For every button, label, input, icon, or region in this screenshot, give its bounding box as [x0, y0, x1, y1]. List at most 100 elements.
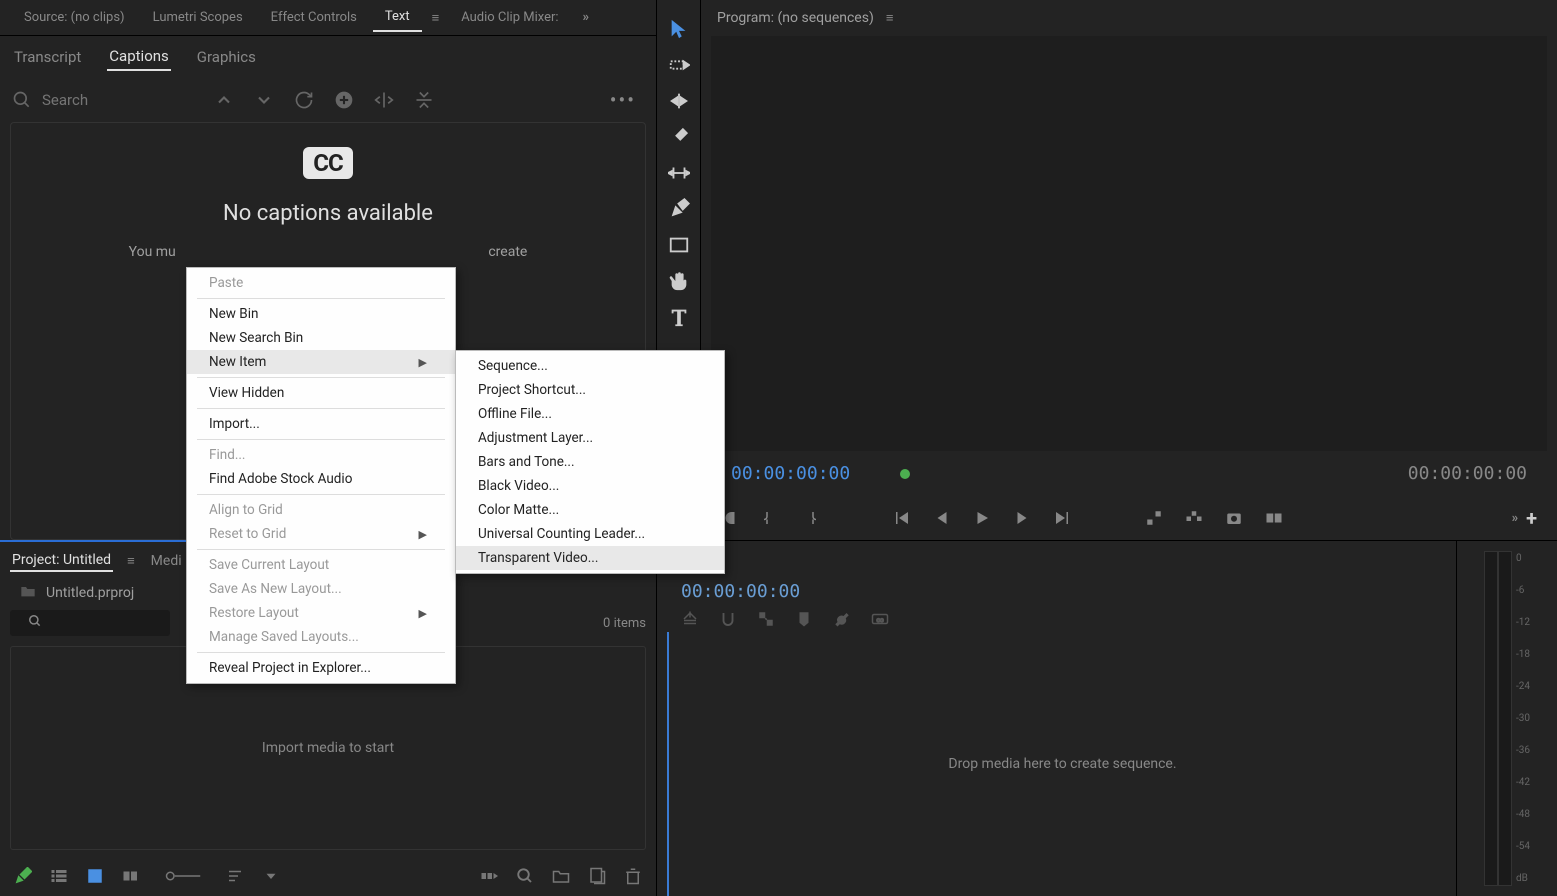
go-to-in-icon[interactable]	[893, 509, 911, 527]
search-icon[interactable]	[12, 90, 32, 110]
tab-project[interactable]: Project: Untitled	[10, 550, 113, 572]
settings-icon[interactable]	[833, 610, 851, 628]
merge-caption-icon[interactable]	[414, 90, 434, 110]
project-search-icon[interactable]	[28, 614, 42, 632]
resolution-indicator-icon[interactable]	[900, 469, 910, 479]
refresh-icon[interactable]	[294, 90, 314, 110]
timeline-tc[interactable]: 00:00:00:00	[657, 577, 1456, 606]
add-caption-icon[interactable]	[334, 90, 354, 110]
tab-source[interactable]: Source: (no clips)	[12, 4, 137, 31]
context-submenu-new-item[interactable]: Sequence...Project Shortcut...Offline Fi…	[455, 350, 725, 574]
project-items-count: 0 items	[603, 616, 656, 631]
source-panel-tabs: Source: (no clips) Lumetri Scopes Effect…	[0, 0, 656, 36]
tab-audio-mixer[interactable]: Audio Clip Mixer:	[449, 4, 570, 31]
menu-item[interactable]: New Bin	[187, 302, 455, 326]
menu-item[interactable]: Find Adobe Stock Audio	[187, 467, 455, 491]
timeline-body[interactable]: Drop media here to create sequence.	[667, 632, 1456, 896]
new-item-icon[interactable]	[588, 867, 606, 885]
menu-item[interactable]: Transparent Video...	[456, 546, 724, 570]
mark-out-icon[interactable]	[761, 509, 779, 527]
track-select-tool-icon[interactable]	[668, 54, 690, 76]
program-viewer[interactable]	[711, 36, 1547, 451]
icon-view-icon[interactable]	[86, 867, 104, 885]
list-view-icon[interactable]	[50, 867, 68, 885]
freeform-view-icon[interactable]	[122, 867, 140, 885]
menu-item[interactable]: Reveal Project in Explorer...	[187, 656, 455, 680]
menu-item: Align to Grid	[187, 498, 455, 522]
sort-dropdown-icon[interactable]	[262, 867, 280, 885]
menu-item: Save Current Layout	[187, 553, 455, 577]
zoom-slider-icon[interactable]	[158, 867, 208, 885]
search-input[interactable]	[42, 91, 152, 109]
selection-tool-icon[interactable]	[668, 18, 690, 40]
next-caption-icon[interactable]	[254, 90, 274, 110]
controls-overflow-icon[interactable]: »	[1512, 511, 1519, 526]
menu-item: Find...	[187, 443, 455, 467]
subtab-transcript[interactable]: Transcript	[12, 44, 83, 70]
rectangle-tool-icon[interactable]	[668, 234, 690, 256]
caption-toolbar: •••	[0, 78, 656, 122]
audio-meters: 0-6-12-18-24-30-36-42-48-54dB	[1457, 541, 1557, 896]
play-icon[interactable]	[973, 509, 991, 527]
program-menu-icon[interactable]: ≡	[886, 10, 894, 26]
step-forward-icon[interactable]	[1013, 509, 1031, 527]
menu-item[interactable]: Project Shortcut...	[456, 378, 724, 402]
menu-item[interactable]: Black Video...	[456, 474, 724, 498]
extract-icon[interactable]	[1185, 509, 1203, 527]
marker-icon[interactable]	[795, 610, 813, 628]
menu-item: Paste	[187, 271, 455, 295]
program-tc-left[interactable]: 00:00:00:00	[731, 463, 850, 484]
project-bottom-toolbar	[0, 856, 656, 896]
caption-toolbar-more-icon[interactable]: •••	[610, 88, 644, 112]
comparison-view-icon[interactable]	[1265, 509, 1283, 527]
button-editor-icon[interactable]: +	[1526, 506, 1537, 530]
menu-item[interactable]: Bars and Tone...	[456, 450, 724, 474]
prev-caption-icon[interactable]	[214, 90, 234, 110]
step-back-icon[interactable]	[933, 509, 951, 527]
tab-menu-icon[interactable]: ≡	[426, 10, 446, 26]
menu-item[interactable]: View Hidden	[187, 381, 455, 405]
split-caption-icon[interactable]	[374, 90, 394, 110]
tab-media-browser[interactable]: Medi	[149, 551, 184, 571]
context-menu-project[interactable]: Paste New BinNew Search BinNew Item▶ View …	[186, 267, 456, 684]
insert-mode-icon[interactable]	[681, 610, 699, 628]
slip-tool-icon[interactable]	[668, 162, 690, 184]
lift-icon[interactable]	[1145, 509, 1163, 527]
subtab-graphics[interactable]: Graphics	[195, 44, 258, 70]
menu-item[interactable]: Adjustment Layer...	[456, 426, 724, 450]
menu-item[interactable]: New Item▶	[187, 350, 455, 374]
project-tab-menu-icon[interactable]: ≡	[121, 553, 141, 569]
go-to-out-icon[interactable]	[1053, 509, 1071, 527]
razor-tool-icon[interactable]	[668, 126, 690, 148]
menu-item[interactable]: Offline File...	[456, 402, 724, 426]
menu-item[interactable]: Color Matte...	[456, 498, 724, 522]
tabs-overflow-icon[interactable]: »	[575, 10, 598, 25]
subtab-captions[interactable]: Captions	[107, 43, 170, 71]
tab-lumetri[interactable]: Lumetri Scopes	[141, 4, 255, 31]
automate-to-sequence-icon[interactable]	[480, 867, 498, 885]
menu-item[interactable]: New Search Bin	[187, 326, 455, 350]
export-frame-icon[interactable]	[1225, 509, 1243, 527]
type-tool-icon[interactable]	[668, 306, 690, 328]
snap-icon[interactable]	[719, 610, 737, 628]
linked-selection-icon[interactable]	[757, 610, 775, 628]
program-tc-right: 00:00:00:00	[1408, 463, 1527, 484]
menu-item[interactable]: Universal Counting Leader...	[456, 522, 724, 546]
tab-effect-controls[interactable]: Effect Controls	[259, 4, 369, 31]
meter-labels: 0-6-12-18-24-30-36-42-48-54dB	[1516, 551, 1530, 886]
trash-icon[interactable]	[624, 867, 642, 885]
text-sub-tabs: Transcript Captions Graphics	[0, 36, 656, 78]
hand-tool-icon[interactable]	[668, 270, 690, 292]
tab-text[interactable]: Text	[373, 3, 422, 32]
cc-track-icon[interactable]: cc	[871, 610, 889, 628]
ripple-edit-tool-icon[interactable]	[668, 90, 690, 112]
sort-icon[interactable]	[226, 867, 244, 885]
write-mode-icon[interactable]	[14, 867, 32, 885]
menu-item[interactable]: Import...	[187, 412, 455, 436]
pen-tool-icon[interactable]	[668, 198, 690, 220]
find-icon[interactable]	[516, 867, 534, 885]
menu-item[interactable]: Sequence...	[456, 354, 724, 378]
new-bin-icon[interactable]	[552, 867, 570, 885]
mark-clip-icon[interactable]	[801, 509, 819, 527]
menu-item: Manage Saved Layouts...	[187, 625, 455, 649]
